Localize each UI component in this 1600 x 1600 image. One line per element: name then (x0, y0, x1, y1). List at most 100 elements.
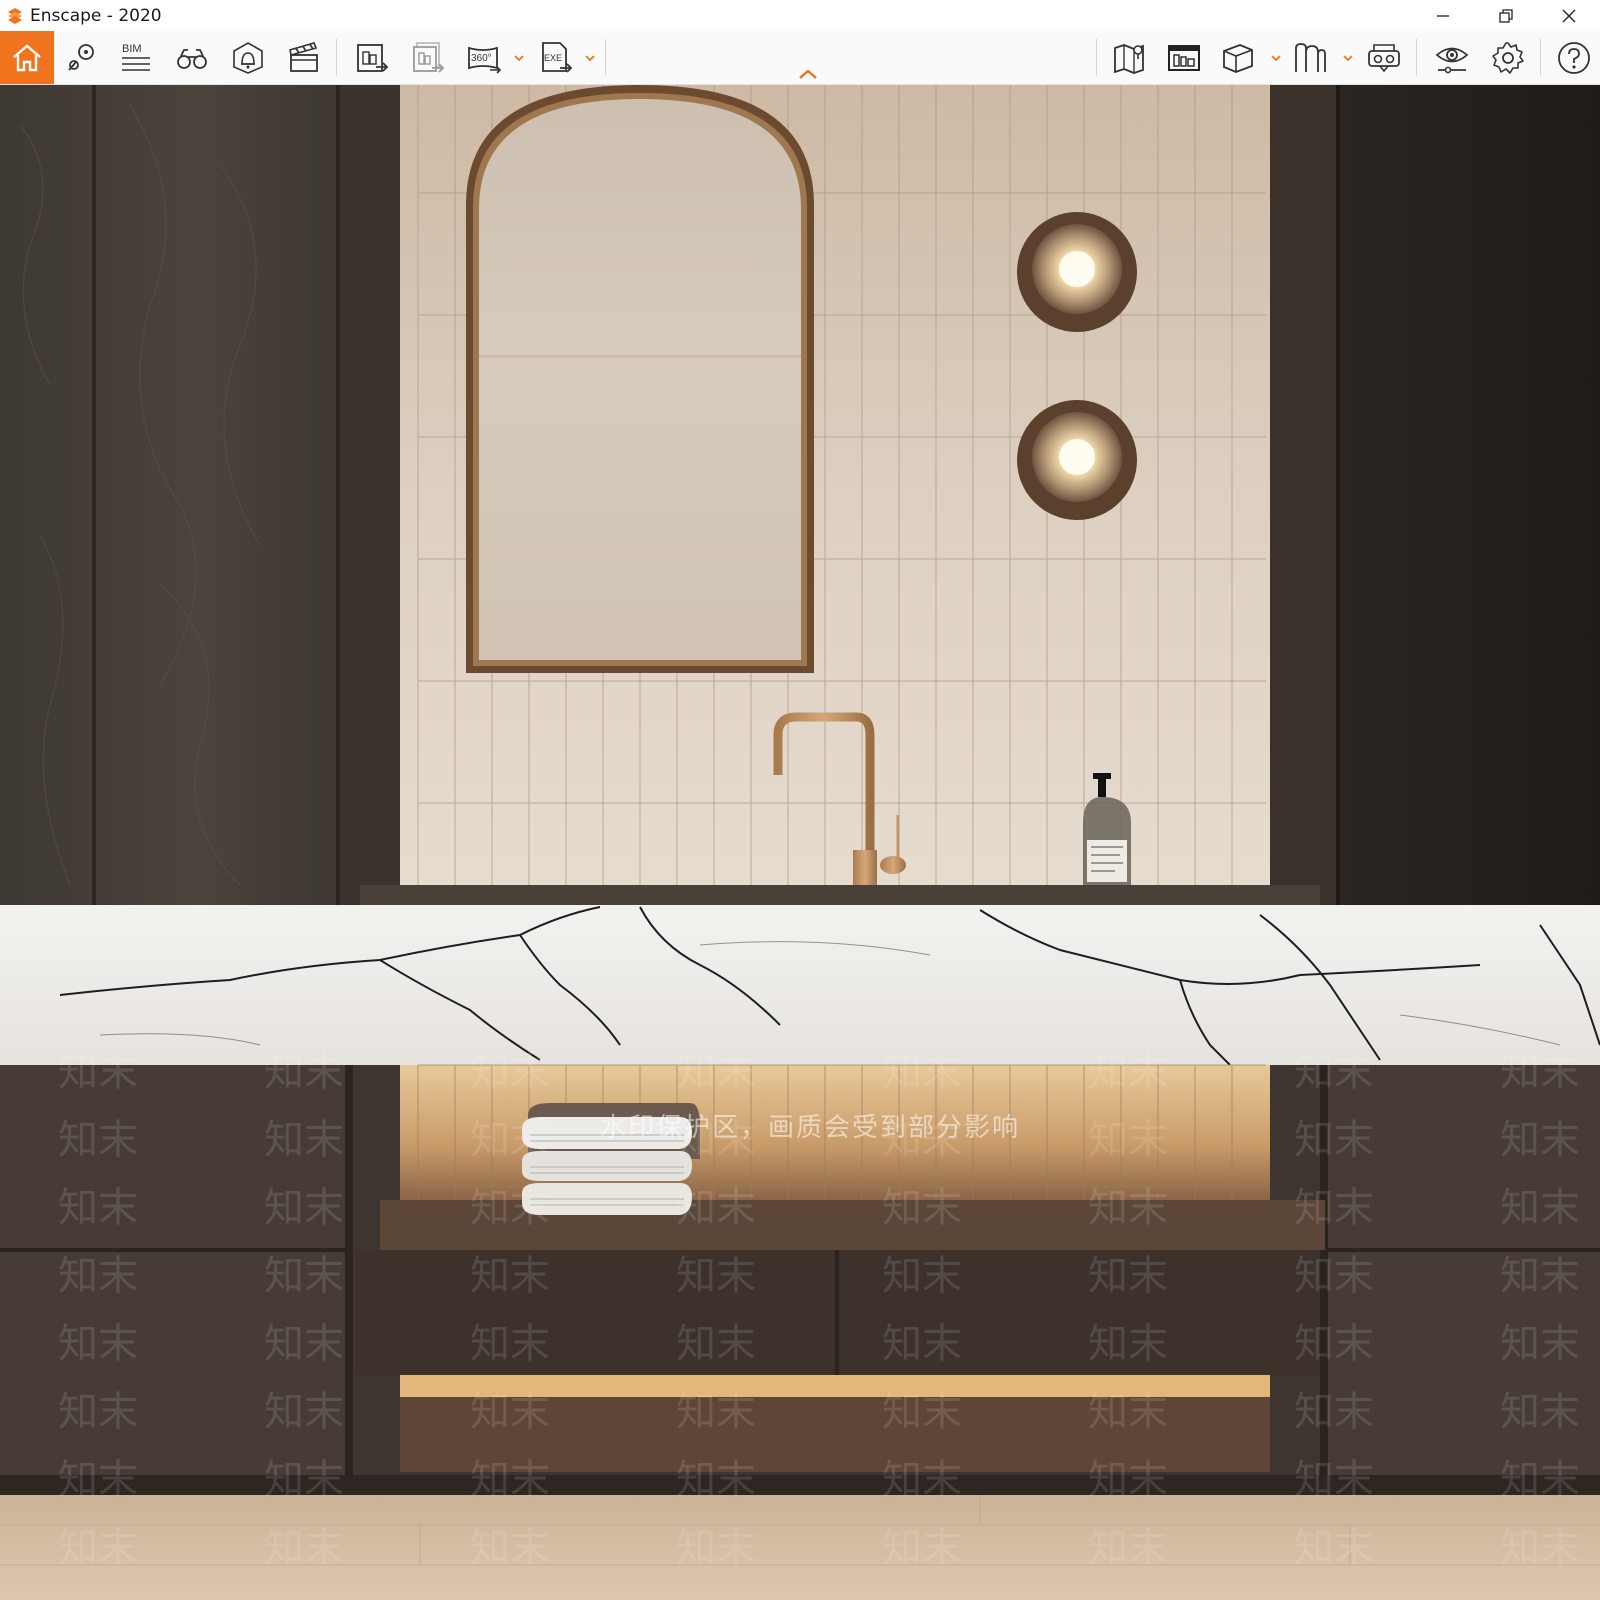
watermark-tile: 知末 (470, 1185, 550, 1231)
panorama-button[interactable]: 360° (458, 31, 510, 84)
watermark-tile: 知末 (676, 1389, 756, 1435)
toolbar-separator (1096, 39, 1097, 76)
restore-icon (1498, 8, 1513, 23)
watermark-tile: 知末 (58, 1185, 138, 1231)
watermark-tile: 知末 (58, 1049, 138, 1095)
minimize-button[interactable] (1411, 0, 1474, 31)
bim-icon: BIM (122, 43, 150, 71)
watermark-tile: 知末 (882, 1253, 962, 1299)
watermark-tile: 知末 (1294, 1389, 1374, 1435)
bim-button[interactable]: BIM (110, 31, 162, 84)
watermark-tile: 知末 (676, 1525, 756, 1571)
watermark-tile: 知末 (1088, 1049, 1168, 1095)
home-icon (13, 43, 41, 71)
restore-button[interactable] (1474, 0, 1537, 31)
settings-button[interactable] (1482, 31, 1534, 84)
bathroom-render-image: 知末 知末 知末 知末 知末 知末 知末 知末知末 知末 知末 知末 知末 知末 知末 知末知末 知末 知末 知末… (0, 85, 1600, 1600)
visual-settings-icon (1435, 47, 1469, 73)
watermark-tile: 知末 (1294, 1321, 1374, 1367)
watermark-tile: 知末 (1088, 1389, 1168, 1435)
watermark-tile: 知末 (1294, 1253, 1374, 1299)
watermark-tile: 知末 (882, 1185, 962, 1231)
batch-render-icon (413, 41, 445, 73)
help-icon (1558, 41, 1590, 74)
close-button[interactable] (1537, 0, 1600, 31)
walk-mode-button[interactable] (166, 31, 218, 84)
asset-library-icon (1168, 44, 1200, 71)
watermark-tile: 知末 (1500, 1389, 1580, 1435)
watermark-tile: 知末 (1294, 1185, 1374, 1231)
watermark-tile: 知末 (58, 1389, 138, 1435)
map-icon (1114, 43, 1144, 74)
watermark-tile: 知末 (470, 1389, 550, 1435)
help-button[interactable] (1548, 31, 1600, 84)
watermark-tile: 知末 (1500, 1457, 1580, 1503)
watermark-tile: 知末 (882, 1525, 962, 1571)
export-dropdown-chevron-icon[interactable] (583, 51, 597, 65)
home-button[interactable] (0, 31, 54, 84)
svg-text:EXE: EXE (544, 53, 562, 63)
render-viewport[interactable]: 知末 知末 知末 知末 知末 知末 知末 知末 知末 知末 知末 知末 知末 知末 知末 知末 知末 知末 知末 知末… (0, 85, 1600, 1600)
warning-bell-icon (233, 41, 263, 74)
asset-library-button[interactable] (1158, 31, 1210, 84)
map-button[interactable] (1104, 31, 1156, 84)
object-view-dropdown-chevron-icon[interactable] (1269, 51, 1283, 65)
watermark-tile: 知末 (264, 1117, 344, 1163)
watermark-banner: 水印保护区，画质会受到部分影响 (600, 1112, 1021, 1142)
video-editor-button[interactable] (278, 31, 330, 84)
collapse-toolbar-chevron-icon[interactable] (797, 67, 819, 81)
watermark-tile: 知末 (676, 1457, 756, 1503)
watermark-tile: 知末 (1088, 1253, 1168, 1299)
watermark-tile: 知末 (58, 1117, 138, 1163)
minimize-icon (1436, 14, 1449, 17)
enscape-logo-icon (8, 7, 22, 24)
title-bar: Enscape - 2020 (0, 0, 1600, 31)
watermark-tile: 知末 (264, 1389, 344, 1435)
watermark-tile: 知末 (1088, 1117, 1168, 1163)
watermark-tile: 知末 (264, 1049, 344, 1095)
window-title: Enscape - 2020 (30, 5, 162, 26)
object-view-button[interactable] (1212, 31, 1264, 84)
toolbar-separator (1416, 39, 1417, 76)
batch-render-button[interactable] (402, 31, 454, 84)
watermark-tile: 知末 (58, 1253, 138, 1299)
visual-settings-button[interactable] (1426, 31, 1478, 84)
watermark-tile: 知末 (1500, 1049, 1580, 1095)
gear-icon (1492, 41, 1524, 74)
toolbar-separator (1540, 39, 1541, 76)
toolbar-separator (605, 39, 606, 76)
clapper-icon (289, 41, 318, 72)
section-button[interactable] (1284, 31, 1336, 84)
watermark-tile: 知末 (264, 1253, 344, 1299)
watermark-tile: 知末 (264, 1525, 344, 1571)
export-exe-button[interactable]: EXE (530, 31, 582, 84)
watermark-tile: 知末 (1088, 1321, 1168, 1367)
watermark-tile: 知末 (58, 1321, 138, 1367)
panorama-dropdown-chevron-icon[interactable] (512, 51, 526, 65)
vr-headset-button[interactable] (1358, 31, 1410, 84)
watermark-tile: 知末 (882, 1457, 962, 1503)
views-button[interactable] (56, 31, 108, 84)
watermark-tile: 知末 (1500, 1253, 1580, 1299)
watermark-tile: 知末 (264, 1321, 344, 1367)
section-icon (1295, 42, 1326, 72)
watermark-tile: 知末 (1294, 1049, 1374, 1095)
watermark-tile: 知末 (58, 1457, 138, 1503)
watermark-tile: 知末 (1294, 1525, 1374, 1571)
issues-button[interactable] (222, 31, 274, 84)
watermark-tile: 知末 (470, 1117, 550, 1163)
section-dropdown-chevron-icon[interactable] (1341, 51, 1355, 65)
watermark-tile: 知末 (1294, 1457, 1374, 1503)
screenshot-button[interactable] (346, 31, 398, 84)
watermark-tile: 知末 (470, 1525, 550, 1571)
watermark-tile: 知末 (470, 1457, 550, 1503)
watermark-tile: 知末 (1500, 1525, 1580, 1571)
watermark-tile: 知末 (470, 1049, 550, 1095)
watermark-tile: 知末 (264, 1457, 344, 1503)
watermark-tile: 知末 (882, 1321, 962, 1367)
watermark-tile: 知末 (1500, 1117, 1580, 1163)
export-exe-icon: EXE (542, 41, 573, 73)
render-image-icon (357, 43, 389, 72)
cube-view-icon (1223, 43, 1253, 73)
watermark-tile: 知末 (676, 1321, 756, 1367)
